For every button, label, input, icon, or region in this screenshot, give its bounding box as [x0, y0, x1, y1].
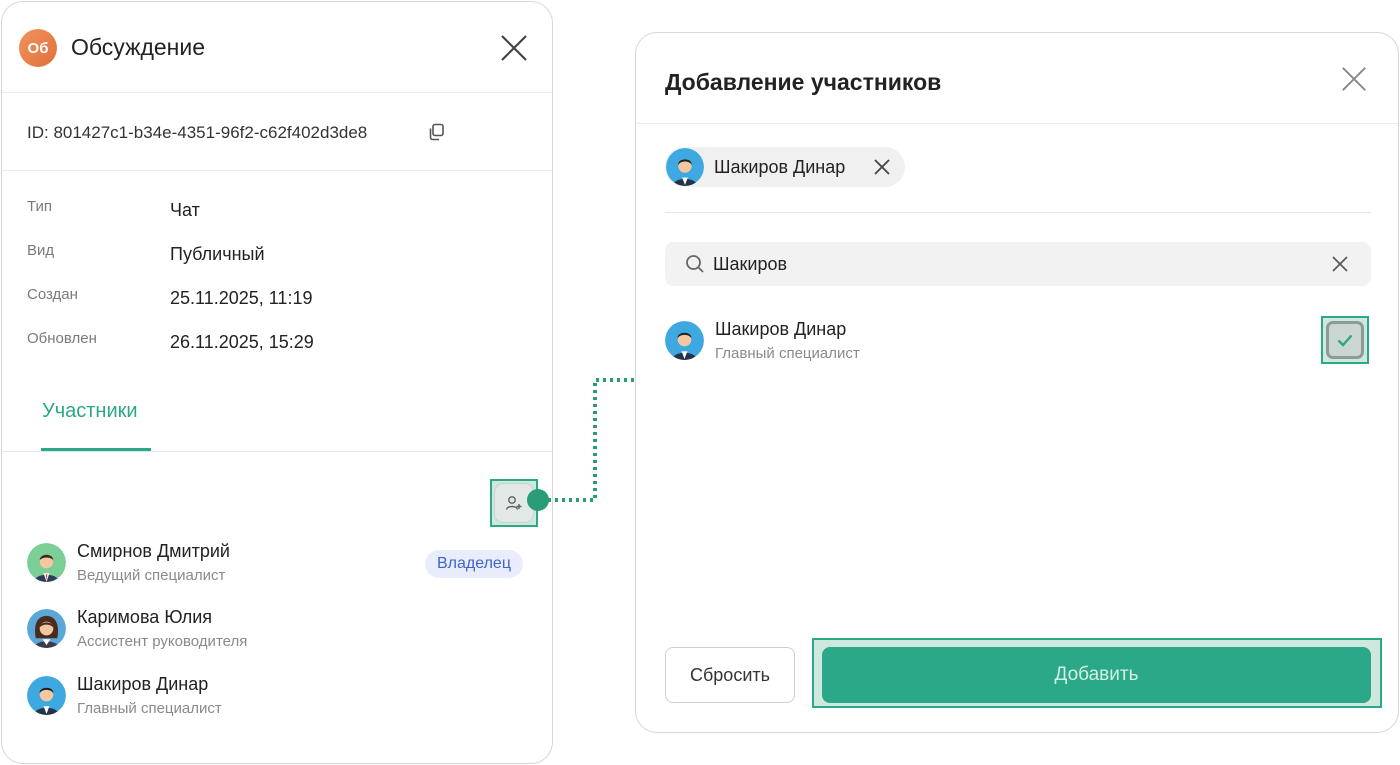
updated-value: 26.11.2025, 15:29	[170, 332, 314, 352]
type-label: Тип	[27, 198, 53, 215]
selected-member-chip: Шакиров Динар	[665, 147, 905, 187]
close-icon[interactable]	[499, 33, 529, 63]
chip-label: Шакиров Динар	[714, 157, 846, 177]
type-value: Чат	[170, 200, 200, 220]
add-members-dialog: Добавление участников Шакиров Динар Шаки…	[635, 32, 1399, 733]
search-clear-icon[interactable]	[1329, 253, 1351, 275]
reset-button[interactable]: Сбросить	[665, 647, 795, 703]
member-name: Смирнов Дмитрий	[77, 541, 230, 561]
add-button[interactable]: Добавить	[822, 647, 1371, 703]
member-role: Ведущий специалист	[77, 567, 226, 584]
avatar	[665, 321, 704, 360]
result-name: Шакиров Динар	[715, 319, 847, 339]
add-member-button[interactable]	[494, 483, 534, 523]
kind-value: Публичный	[170, 244, 265, 264]
search-result-item[interactable]: Шакиров Динар Главный специалист	[665, 319, 1371, 369]
discussion-header: Об Обсуждение	[2, 2, 552, 93]
check-icon	[1337, 334, 1353, 347]
member-role: Главный специалист	[77, 700, 222, 717]
copy-icon[interactable]	[426, 122, 446, 142]
select-member-checkbox[interactable]	[1326, 321, 1364, 359]
search-box	[665, 242, 1371, 286]
tab-divider	[2, 451, 552, 452]
member-name: Каримова Юлия	[77, 607, 212, 627]
chips-divider	[665, 212, 1371, 213]
dialog-title: Добавление участников	[665, 69, 942, 95]
member-name: Шакиров Динар	[77, 674, 209, 694]
member-role: Ассистент руководителя	[77, 633, 248, 650]
search-input[interactable]	[713, 250, 1303, 278]
avatar	[27, 543, 66, 582]
header-divider	[636, 123, 1398, 124]
discussion-id: ID: 801427c1-b34e-4351-96f2-c62f402d3de8	[27, 123, 368, 142]
owner-badge: Владелец	[425, 550, 523, 578]
search-icon	[684, 253, 706, 275]
result-role: Главный специалист	[715, 345, 860, 362]
discussion-id-row: ID: 801427c1-b34e-4351-96f2-c62f402d3de8	[2, 93, 552, 171]
avatar	[666, 148, 704, 186]
created-label: Создан	[27, 286, 78, 303]
chip-remove-icon[interactable]	[871, 156, 893, 178]
member-item[interactable]: Шакиров Динар Главный специалист	[27, 674, 527, 724]
add-user-icon	[505, 496, 522, 510]
discussion-avatar: Об	[19, 29, 57, 67]
discussion-panel: Об Обсуждение ID: 801427c1-b34e-4351-96f…	[1, 1, 553, 764]
close-icon[interactable]	[1340, 65, 1368, 93]
discussion-title: Обсуждение	[71, 34, 206, 60]
avatar	[27, 676, 66, 715]
avatar	[27, 609, 66, 648]
updated-label: Обновлен	[27, 330, 97, 347]
kind-label: Вид	[27, 242, 55, 259]
tab-members[interactable]: Участники	[42, 400, 138, 423]
member-item[interactable]: Каримова Юлия Ассистент руководителя	[27, 607, 527, 657]
created-value: 25.11.2025, 11:19	[170, 288, 313, 308]
